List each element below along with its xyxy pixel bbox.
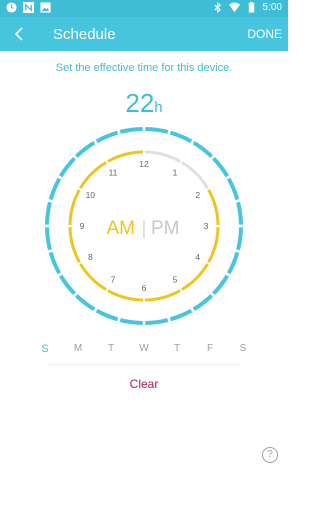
inner-ring-segment[interactable] xyxy=(180,161,209,190)
inner-ring-segment[interactable] xyxy=(79,262,108,291)
image-icon xyxy=(40,2,51,13)
outer-ring-segment[interactable] xyxy=(74,294,96,312)
outer-ring-segment[interactable] xyxy=(226,251,240,275)
status-bar: 5:00 xyxy=(0,0,288,17)
divider xyxy=(48,364,240,365)
inner-ring-segment[interactable] xyxy=(68,189,81,226)
instruction-text: Set the effective time for this device. xyxy=(55,62,233,74)
hour-label: 9 xyxy=(80,221,85,231)
outer-ring-segment[interactable] xyxy=(212,156,230,178)
inner-ring-segment[interactable] xyxy=(144,150,181,163)
n-notification-icon xyxy=(23,2,34,13)
outer-ring-segment[interactable] xyxy=(58,274,76,296)
outer-ring-segment[interactable] xyxy=(95,130,119,144)
page-title: Schedule xyxy=(53,26,116,43)
pm-toggle[interactable]: PM xyxy=(151,218,180,239)
hour-label: 2 xyxy=(195,190,200,200)
selected-hour-value: 22 xyxy=(125,88,155,118)
hour-label: 11 xyxy=(109,167,118,177)
inner-ring-segment[interactable] xyxy=(144,289,181,302)
am-toggle[interactable]: AM xyxy=(107,218,136,239)
outer-ring-segment[interactable] xyxy=(192,294,214,312)
help-icon[interactable]: ? xyxy=(262,447,278,463)
clear-button[interactable]: Clear xyxy=(0,377,288,391)
hour-label: 5 xyxy=(173,275,178,285)
inner-ring-segment[interactable] xyxy=(107,150,144,163)
outer-ring-segment[interactable] xyxy=(192,140,214,158)
hour-label: 6 xyxy=(142,283,147,293)
app-bar: Schedule DONE xyxy=(0,17,288,51)
inner-ring-segment[interactable] xyxy=(79,161,108,190)
outer-ring-segment[interactable] xyxy=(74,140,96,158)
wifi-icon xyxy=(228,2,240,13)
selected-hour-unit: h xyxy=(154,99,163,116)
outer-ring-segment[interactable] xyxy=(119,318,143,325)
outer-ring-segment[interactable] xyxy=(119,127,143,134)
done-button[interactable]: DONE xyxy=(247,27,282,41)
battery-icon xyxy=(248,2,254,13)
hour-label: 12 xyxy=(139,159,149,169)
outer-ring-segment[interactable] xyxy=(45,227,52,251)
hour-label: 7 xyxy=(111,275,116,285)
weekday-toggle[interactable]: W xyxy=(137,343,151,361)
outer-ring-segment[interactable] xyxy=(48,251,62,275)
status-time: 5:00 xyxy=(262,2,282,13)
bluetooth-icon xyxy=(213,2,221,13)
weekday-selector: SMTWTFS xyxy=(38,343,250,361)
weekday-toggle[interactable]: T xyxy=(104,343,118,361)
clock-dial[interactable]: 121234567891011 AM | PM xyxy=(0,120,288,330)
back-button[interactable] xyxy=(8,23,30,45)
outer-ring-segment[interactable] xyxy=(236,201,243,225)
clock-icon xyxy=(6,2,17,13)
inner-ring-segment[interactable] xyxy=(207,226,220,263)
weekday-toggle[interactable]: T xyxy=(170,343,184,361)
am-pm-separator: | xyxy=(142,218,147,239)
back-arrow-icon xyxy=(14,27,23,41)
weekday-toggle[interactable]: M xyxy=(71,343,85,361)
weekday-toggle[interactable]: S xyxy=(38,343,52,361)
weekday-toggle[interactable]: S xyxy=(236,343,250,361)
weekday-toggle[interactable]: F xyxy=(203,343,217,361)
hour-label: 1 xyxy=(173,167,178,177)
outer-ring-segment[interactable] xyxy=(145,318,169,325)
hour-label: 10 xyxy=(86,190,96,200)
outer-ring-segment[interactable] xyxy=(226,177,240,201)
inner-ring-segment[interactable] xyxy=(180,262,209,291)
outer-ring-segment[interactable] xyxy=(169,308,193,322)
outer-ring-segment[interactable] xyxy=(145,127,169,134)
selected-hour: 22h xyxy=(0,88,288,119)
outer-ring-segment[interactable] xyxy=(95,308,119,322)
inner-ring-segment[interactable] xyxy=(207,189,220,226)
outer-ring-segment[interactable] xyxy=(169,130,193,144)
inner-ring-segment[interactable] xyxy=(68,226,81,263)
outer-ring-segment[interactable] xyxy=(236,227,243,251)
outer-ring-segment[interactable] xyxy=(58,156,76,178)
outer-ring-segment[interactable] xyxy=(212,274,230,296)
outer-ring-segment[interactable] xyxy=(48,177,62,201)
hour-label: 3 xyxy=(204,221,209,231)
inner-ring-segment[interactable] xyxy=(107,289,144,302)
outer-ring-segment[interactable] xyxy=(45,201,52,225)
hour-label: 4 xyxy=(195,252,200,262)
hour-label: 8 xyxy=(88,252,93,262)
